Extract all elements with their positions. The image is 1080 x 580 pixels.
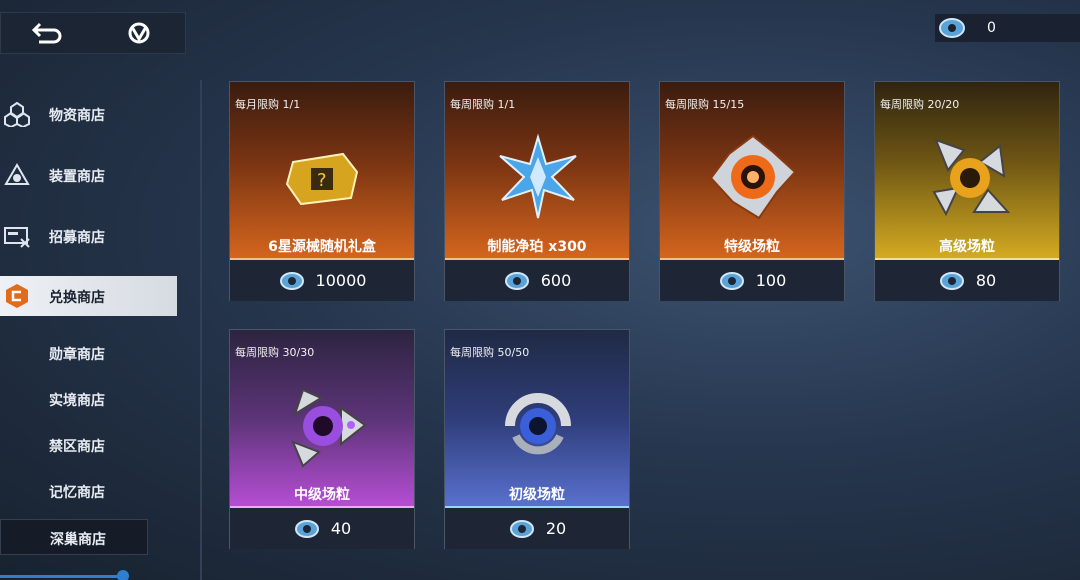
- sidebar-scroll-knob[interactable]: [117, 570, 129, 580]
- supply-icon: [4, 101, 30, 127]
- shop-item-card[interactable]: 每周限购 15/15 特级场粒 100: [659, 81, 845, 301]
- sidebar-item-deep-nest[interactable]: 深巢商店: [0, 519, 148, 555]
- purchase-limit: 每月限购 1/1: [235, 98, 301, 111]
- sidebar-item-forbidden-zone[interactable]: 禁区商店: [0, 425, 177, 465]
- purchase-limit: 每周限购 20/20: [880, 98, 960, 111]
- item-name: 中级场粒: [294, 487, 350, 503]
- sidebar-item-memory[interactable]: 记忆商店: [0, 471, 177, 511]
- price-button[interactable]: 10000: [230, 260, 414, 301]
- device-icon: [4, 163, 30, 185]
- item-name: 制能净珀 x300: [487, 239, 587, 255]
- home-logo-icon: [128, 22, 150, 44]
- sidebar-item-exchange[interactable]: 兑换商店: [0, 276, 177, 316]
- currency-display: 0: [935, 14, 1080, 42]
- sidebar-item-label: 招募商店: [49, 230, 105, 246]
- recruit-icon: [4, 227, 30, 248]
- sidebar-divider: [200, 80, 202, 580]
- purchase-limit: 每周限购 30/30: [235, 346, 315, 359]
- purchase-limit: 每周限购 15/15: [665, 98, 745, 111]
- sidebar-item-label: 实境商店: [49, 393, 105, 409]
- shop-item-card[interactable]: 每周限购 1/1 制能净珀 x300 600: [444, 81, 630, 301]
- coin-token-icon: [504, 271, 529, 290]
- price-button[interactable]: 20: [445, 508, 629, 549]
- item-name: 高级场粒: [939, 239, 995, 255]
- top-nav-bar: [0, 12, 186, 54]
- sidebar-item-label: 深巢商店: [50, 532, 106, 548]
- shop-sidebar: 物资商店 装置商店 招募商店 兑换商店 勋章商店 实境商店 禁区商店 记忆商店 …: [0, 80, 200, 580]
- sidebar-item-label: 禁区商店: [49, 439, 105, 455]
- currency-amount: 0: [987, 20, 996, 36]
- sidebar-scroll-track[interactable]: [0, 575, 125, 578]
- sidebar-item-supply[interactable]: 物资商店: [0, 94, 177, 134]
- item-price: 100: [755, 271, 787, 290]
- purchase-limit: 每周限购 50/50: [450, 346, 530, 359]
- price-button[interactable]: 600: [445, 260, 629, 301]
- sidebar-item-label: 勋章商店: [49, 347, 105, 363]
- home-button[interactable]: [93, 13, 185, 53]
- item-price: 10000: [315, 271, 367, 290]
- back-button[interactable]: [1, 13, 93, 53]
- item-name: 特级场粒: [724, 239, 780, 255]
- price-button[interactable]: 40: [230, 508, 414, 549]
- coin-token-icon: [939, 18, 965, 38]
- shop-item-card[interactable]: ? 每月限购 1/1 6星源械随机礼盒 10000: [229, 81, 415, 301]
- item-price: 600: [540, 271, 572, 290]
- sidebar-item-reality[interactable]: 实境商店: [0, 379, 177, 419]
- item-price: 40: [330, 519, 352, 538]
- coin-token-icon: [939, 271, 964, 290]
- coin-token-icon: [279, 271, 304, 290]
- shop-item-card[interactable]: 每周限购 50/50 初级场粒 20: [444, 329, 630, 549]
- item-name: 6星源械随机礼盒: [268, 239, 376, 255]
- sidebar-item-label: 物资商店: [49, 108, 105, 124]
- shop-item-card[interactable]: 每周限购 20/20 高级场粒 80: [874, 81, 1060, 301]
- sidebar-item-recruit[interactable]: 招募商店: [0, 216, 177, 256]
- coin-token-icon: [509, 519, 534, 538]
- purchase-limit: 每周限购 1/1: [450, 98, 516, 111]
- svg-text:?: ?: [317, 170, 327, 191]
- sidebar-item-label: 兑换商店: [49, 290, 105, 306]
- coin-token-icon: [719, 271, 744, 290]
- coin-token-icon: [294, 519, 319, 538]
- exchange-icon: [6, 284, 28, 308]
- item-name: 初级场粒: [509, 487, 565, 503]
- sidebar-item-label: 装置商店: [49, 169, 105, 185]
- back-arrow-icon: [31, 22, 62, 44]
- item-price: 20: [545, 519, 567, 538]
- price-button[interactable]: 100: [660, 260, 844, 301]
- price-button[interactable]: 80: [875, 260, 1059, 301]
- sidebar-item-device[interactable]: 装置商店: [0, 155, 177, 195]
- sidebar-item-medal[interactable]: 勋章商店: [0, 333, 177, 373]
- sidebar-item-label: 记忆商店: [49, 485, 105, 501]
- shop-item-card[interactable]: 每周限购 30/30 中级场粒 40: [229, 329, 415, 549]
- item-price: 80: [975, 271, 997, 290]
